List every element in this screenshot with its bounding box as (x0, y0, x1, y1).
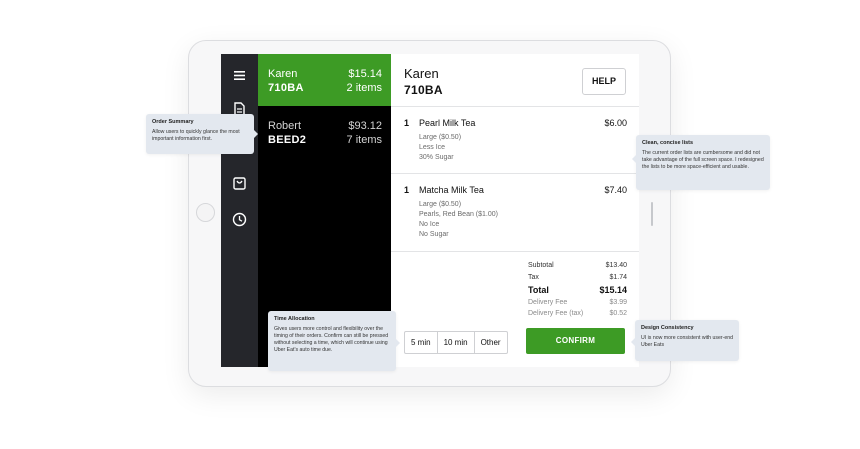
annotation-pointer (631, 338, 635, 346)
annotation-body: UI is now more consistent with user-end … (641, 335, 733, 348)
annotation-pointer (632, 155, 636, 163)
total-label: Total (528, 285, 549, 295)
item-name: Matcha Milk Tea (419, 185, 484, 195)
order-customer-name: Karen (268, 68, 298, 80)
item-modifier: Less Ice (419, 144, 446, 151)
item-divider (391, 251, 639, 252)
item-modifier: Large ($0.50) (419, 201, 462, 208)
annotation-clean-lists: Clean, concise lists The current order l… (632, 135, 770, 190)
item-name: Pearl Milk Tea (419, 118, 476, 128)
subtotal-value: $13.40 (605, 262, 627, 269)
confirm-button[interactable]: CONFIRM (526, 328, 625, 354)
item-modifier: 30% Sugar (419, 154, 454, 161)
annotation-body: Gives users more control and flexibility… (274, 326, 389, 353)
tablet-home-button (196, 203, 215, 222)
detail-order-code: 710BA (404, 83, 443, 97)
annotation-order-summary: Order Summary Allow users to quickly gla… (146, 114, 258, 154)
order-item-count: 7 items (346, 134, 382, 146)
order-code: BEED2 (268, 134, 307, 146)
item-modifier: No Sugar (419, 231, 449, 238)
nav-rail (221, 54, 258, 367)
order-card-robert[interactable]: Robert BEED2 $93.12 7 items (258, 106, 391, 158)
item-price: $7.40 (604, 185, 627, 195)
order-price: $15.14 (348, 68, 382, 80)
time-option-10-min[interactable]: 10 min (438, 332, 475, 353)
annotation-time-allocation: Time Allocation Gives users more control… (268, 311, 400, 371)
time-selector: 5 min 10 min Other (404, 331, 508, 354)
annotation-body: The current order lists are cumbersome a… (642, 150, 764, 170)
item-modifier: Pearls, Red Bean ($1.00) (419, 211, 498, 218)
tablet-side-indicator (651, 202, 653, 226)
header-divider (391, 106, 639, 107)
tax-value: $1.74 (609, 274, 627, 281)
delivery-fee-label: Delivery Fee (528, 299, 568, 306)
item-divider (391, 173, 639, 174)
order-price: $93.12 (348, 120, 382, 132)
tax-label: Tax (528, 274, 539, 281)
item-price: $6.00 (604, 118, 627, 128)
annotation-title: Order Summary (152, 119, 194, 125)
annotation-title: Time Allocation (274, 316, 315, 322)
shopping-bag-icon[interactable] (231, 175, 248, 192)
item-modifier: Large ($0.50) (419, 134, 462, 141)
delivery-fee-tax-label: Delivery Fee (tax) (528, 310, 584, 317)
order-card-karen[interactable]: Karen 710BA $15.14 2 items (258, 54, 391, 106)
help-button[interactable]: HELP (582, 68, 626, 95)
item-modifier: No Ice (419, 221, 440, 228)
annotation-body: Allow users to quickly glance the most i… (152, 129, 240, 142)
subtotal-label: Subtotal (528, 262, 554, 269)
order-code: 710BA (268, 82, 304, 94)
delivery-fee-tax-value: $0.52 (609, 310, 627, 317)
annotation-design-consistency: Design Consistency UI is now more consis… (631, 320, 739, 361)
order-detail-panel: Karen 710BA HELP 1 Pearl Milk Tea $6.00 … (391, 54, 639, 367)
item-quantity: 1 (404, 118, 410, 128)
detail-customer-name: Karen (404, 66, 439, 81)
order-item-count: 2 items (346, 82, 382, 94)
clock-icon[interactable] (231, 211, 248, 228)
time-option-5-min[interactable]: 5 min (405, 332, 438, 353)
order-customer-name: Robert (268, 120, 302, 132)
annotation-pointer (254, 130, 258, 138)
totals-scroll-mask (521, 317, 639, 327)
delivery-fee-value: $3.99 (609, 299, 627, 306)
item-quantity: 1 (404, 185, 410, 195)
annotation-title: Design Consistency (641, 325, 694, 331)
menu-icon[interactable] (231, 67, 248, 84)
total-value: $15.14 (599, 285, 627, 295)
annotation-title: Clean, concise lists (642, 140, 694, 146)
annotation-pointer (396, 339, 400, 347)
time-option-other[interactable]: Other (475, 332, 507, 353)
